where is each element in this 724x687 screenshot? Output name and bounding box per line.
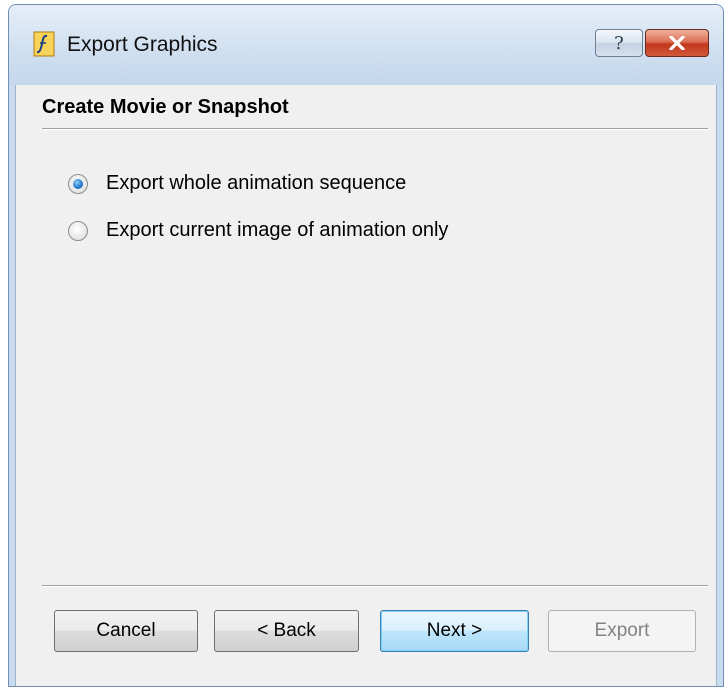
radio-current-image[interactable] — [68, 220, 88, 241]
page-title: Create Movie or Snapshot — [42, 96, 289, 118]
dialog-client-area: Create Movie or Snapshot Export whole an… — [15, 85, 717, 686]
option-whole-sequence[interactable]: Export whole animation sequence — [68, 172, 406, 195]
back-button[interactable]: < Back — [214, 610, 359, 652]
help-button[interactable]: ? — [595, 29, 643, 57]
next-button[interactable]: Next > — [380, 610, 529, 652]
window-title: Export Graphics — [67, 33, 218, 56]
footer-divider — [42, 585, 708, 587]
help-button-label: ? — [614, 32, 624, 54]
wizard-header: Create Movie or Snapshot — [16, 85, 716, 151]
export-graphics-dialog: Export Graphics ? Create Movie or Snapsh… — [8, 4, 724, 687]
option-whole-sequence-label: Export whole animation sequence — [106, 172, 407, 194]
radio-whole-sequence[interactable] — [68, 173, 88, 194]
close-button[interactable] — [645, 29, 709, 57]
option-current-image-label: Export current image of animation only — [106, 219, 449, 241]
option-current-image[interactable]: Export current image of animation only — [68, 219, 448, 242]
cancel-button[interactable]: Cancel — [54, 610, 198, 652]
export-button[interactable]: Export — [548, 610, 696, 652]
title-bar[interactable]: Export Graphics ? — [9, 5, 723, 85]
close-x-icon — [669, 36, 685, 50]
function-f-icon — [33, 31, 55, 57]
header-divider — [42, 128, 708, 130]
